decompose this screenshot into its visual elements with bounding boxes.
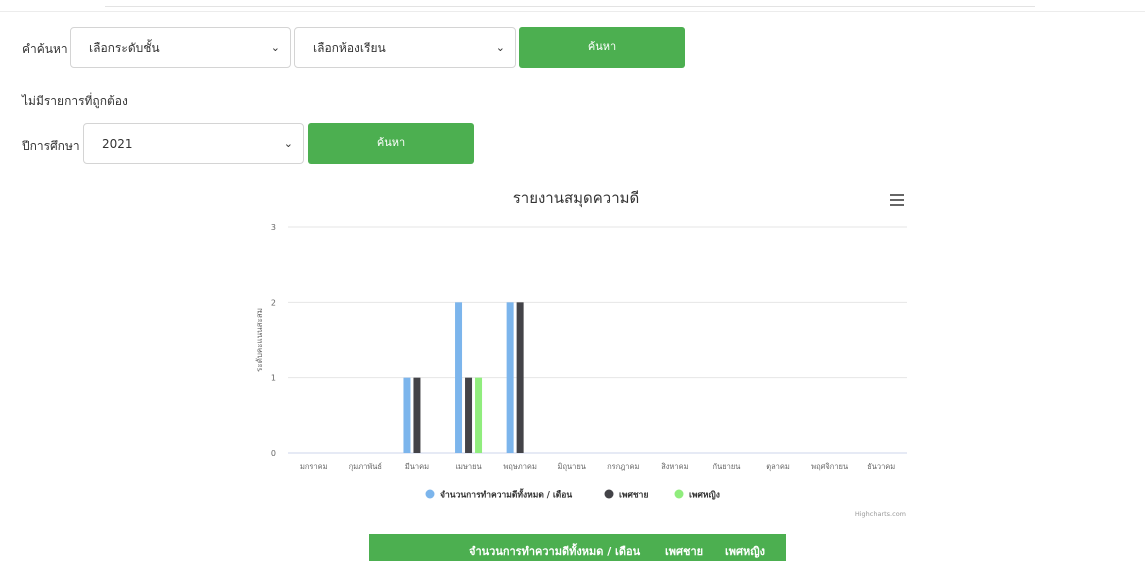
legend-marker bbox=[604, 489, 614, 499]
chart-credits: Highcharts.com bbox=[855, 510, 906, 518]
table-header-male: เพศชาย bbox=[665, 545, 704, 558]
legend-marker bbox=[425, 489, 435, 499]
bar bbox=[465, 377, 473, 453]
table-header-total: จำนวนการทำความดีทั้งหมด / เดือน bbox=[469, 545, 641, 558]
table-header-female: เพศหญิง bbox=[725, 545, 765, 558]
x-tick-label: สิงหาคม bbox=[661, 462, 689, 471]
bar bbox=[413, 377, 421, 453]
x-tick-label: พฤษภาคม bbox=[503, 462, 537, 471]
y-tick-label: 3 bbox=[271, 223, 276, 232]
x-tick-label: มิถุนายน bbox=[557, 462, 585, 471]
x-tick-label: มีนาคม bbox=[405, 462, 429, 471]
x-tick-label: กรกฎาคม bbox=[607, 462, 639, 471]
bar bbox=[403, 377, 411, 453]
chart-title: รายงานสมุดความดี bbox=[513, 189, 640, 208]
y-axis-label: ระดับคะแนนสะสม bbox=[255, 308, 264, 372]
x-tick-label: ตุลาคม bbox=[766, 462, 790, 471]
y-tick-label: 0 bbox=[271, 449, 276, 458]
bar bbox=[475, 377, 483, 453]
x-tick-label: พฤศจิกายน bbox=[811, 462, 848, 471]
y-tick-label: 1 bbox=[271, 374, 276, 383]
bar bbox=[506, 302, 514, 453]
legend-label: เพศหญิง bbox=[689, 490, 720, 501]
x-tick-label: กุมภาพันธ์ bbox=[349, 462, 382, 471]
y-tick-label: 2 bbox=[271, 298, 276, 307]
menu-icon[interactable] bbox=[890, 194, 904, 206]
table-header: จำนวนการทำความดีทั้งหมด / เดือน เพศชาย เ… bbox=[369, 534, 786, 561]
x-tick-label: ธันวาคม bbox=[867, 462, 895, 471]
legend-label: เพศชาย bbox=[619, 491, 648, 501]
legend-label: จำนวนการทำความดีทั้งหมด / เดือน bbox=[440, 488, 572, 501]
x-tick-label: มกราคม bbox=[300, 462, 328, 471]
bar bbox=[455, 302, 463, 453]
x-tick-label: เมษายน bbox=[455, 462, 481, 471]
bar-chart: รายงานสมุดความดี 0 1 2 3 ระดับคะแนนสะสมมกราคม… bbox=[255, 189, 907, 518]
bar bbox=[516, 302, 524, 453]
x-tick-label: กันยายน bbox=[713, 462, 741, 471]
legend-marker bbox=[674, 489, 684, 499]
